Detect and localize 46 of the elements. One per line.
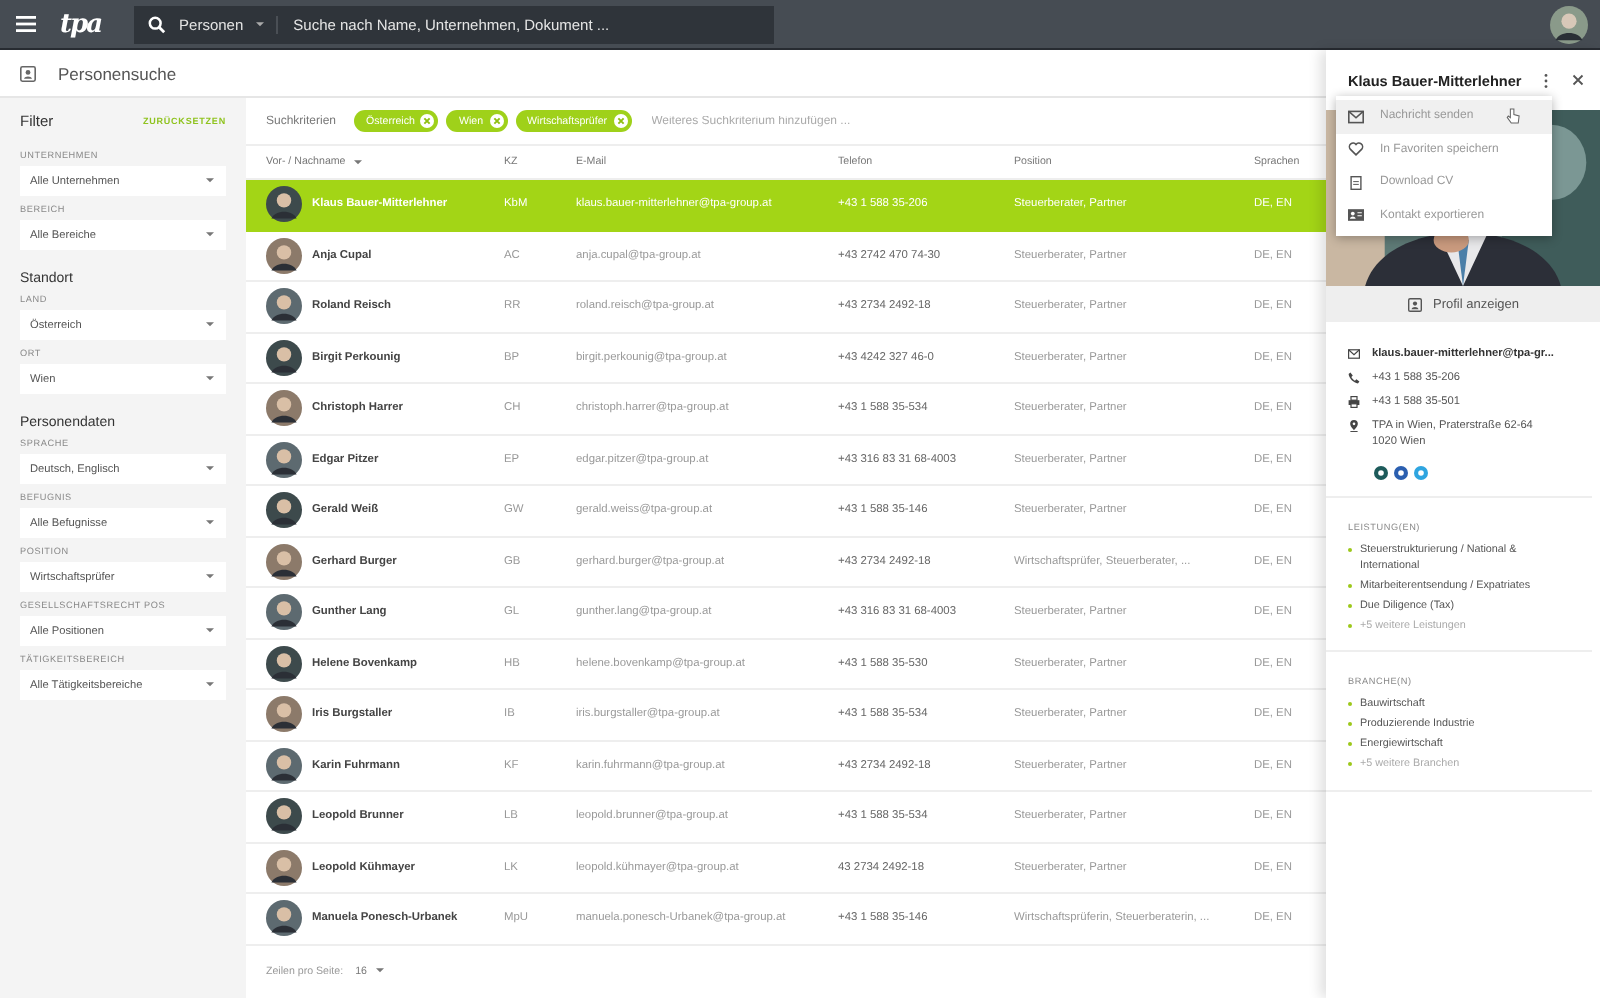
caret-icon (206, 628, 214, 634)
logo[interactable]: tpa (60, 9, 102, 39)
avatar (266, 186, 302, 223)
caret-icon (206, 322, 214, 328)
printer-icon (1348, 396, 1360, 409)
avatar (266, 849, 302, 886)
phone-icon (1348, 372, 1360, 385)
page-title: Personensuche (58, 63, 177, 83)
search-icon (147, 15, 166, 33)
sort-icon (353, 159, 362, 165)
caret-icon (206, 520, 214, 526)
close-icon[interactable] (1572, 74, 1584, 86)
envelope-icon (1348, 348, 1360, 360)
avatar (266, 492, 302, 529)
avatar (266, 747, 302, 784)
avatar (266, 696, 302, 733)
envelope-icon (1348, 109, 1364, 124)
caret-icon (206, 376, 214, 382)
pointer-cursor-icon (1505, 108, 1520, 125)
avatar (266, 543, 302, 580)
avatar (266, 288, 302, 325)
contact-card-icon (20, 65, 36, 81)
avatar (266, 645, 302, 682)
social-icon[interactable] (1394, 465, 1408, 480)
avatar (266, 390, 302, 427)
avatar (266, 237, 302, 274)
document-icon (1348, 175, 1364, 190)
caret-icon (206, 178, 214, 184)
avatar (266, 594, 302, 631)
caret-icon (206, 682, 214, 688)
user-avatar[interactable] (1550, 5, 1588, 43)
avatar (266, 798, 302, 835)
avatar (266, 339, 302, 376)
caret-icon (206, 232, 214, 238)
location-pin-icon (1348, 420, 1360, 433)
heart-icon (1348, 142, 1364, 157)
avatar (266, 441, 302, 478)
caret-icon (206, 574, 214, 580)
avatar (266, 900, 302, 937)
social-icon[interactable] (1374, 465, 1388, 480)
contact-card-icon (1348, 208, 1364, 223)
caret-icon (255, 21, 264, 27)
caret-icon (376, 968, 385, 975)
caret-icon (206, 466, 214, 472)
contact-card-icon (1407, 297, 1421, 311)
menu-icon[interactable] (16, 16, 36, 32)
